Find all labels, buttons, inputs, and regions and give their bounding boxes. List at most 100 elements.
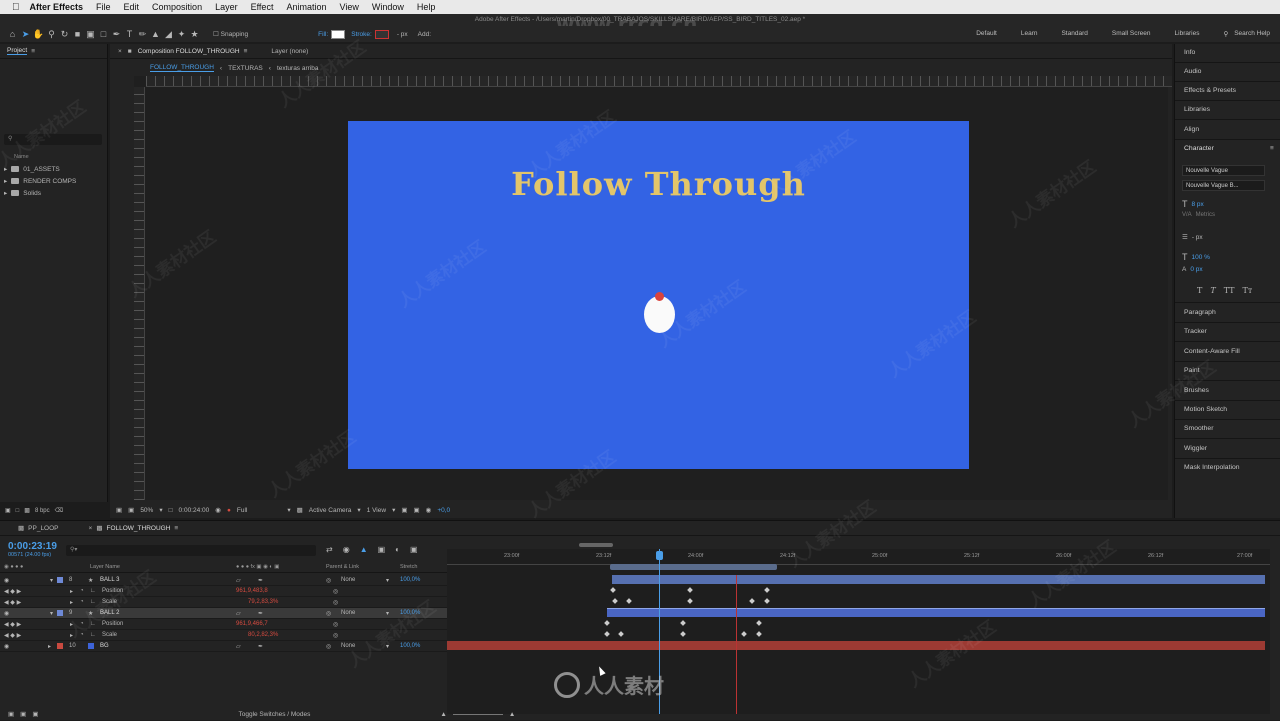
snapping-checkbox[interactable]: ☐ Snapping — [213, 30, 248, 38]
view-layout-dropdown[interactable]: 1 View — [367, 507, 386, 514]
parent-dropdown[interactable]: None — [341, 610, 355, 616]
layer-name[interactable]: BALL 2 — [100, 610, 119, 616]
project-item-assets[interactable]: ▸ 01_ASSETS — [4, 165, 60, 174]
draft-3d-icon[interactable]: ◉ — [343, 545, 350, 554]
comp-canvas[interactable]: Follow Through — [348, 121, 969, 469]
menu-view[interactable]: View — [339, 2, 358, 12]
keyframe[interactable] — [626, 598, 632, 604]
apple-icon[interactable]:  — [12, 2, 20, 13]
brush-tool-icon[interactable]: ✏ — [136, 29, 149, 40]
home-icon[interactable]: ⌂ — [6, 29, 19, 39]
keyframe[interactable] — [756, 620, 762, 626]
region-icon[interactable]: ▣ — [116, 506, 122, 514]
eraser-tool-icon[interactable]: ◢ — [162, 29, 175, 40]
panel-brushes[interactable]: Brushes — [1184, 387, 1209, 394]
menu-composition[interactable]: Composition — [152, 2, 202, 12]
chevron-down-icon[interactable]: ▾ — [386, 610, 389, 617]
stroke-width[interactable]: - px — [397, 31, 408, 38]
label-color-swatch[interactable] — [57, 610, 63, 616]
keyframe[interactable] — [680, 620, 686, 626]
expression-icon[interactable]: ◎ — [333, 632, 338, 639]
col-layer-name[interactable]: Layer Name — [90, 564, 120, 570]
menu-effect[interactable]: Effect — [251, 2, 274, 12]
camera-tool-icon[interactable]: ■ — [71, 29, 84, 39]
pan-behind-tool-icon[interactable]: ▣ — [84, 29, 97, 40]
fast-preview-icon[interactable]: ▣ — [414, 506, 420, 514]
menu-animation[interactable]: Animation — [286, 2, 326, 12]
stopwatch-icon[interactable]: ◔ — [80, 588, 84, 594]
panel-menu-icon[interactable]: ≡ — [1270, 145, 1274, 152]
stopwatch-icon[interactable]: ◔ — [80, 632, 84, 638]
toggle-pixel-icon[interactable]: ▣ — [401, 506, 407, 514]
tab-pp-loop[interactable]: PP_LOOP — [28, 525, 58, 532]
visibility-eye-icon[interactable]: ◉ — [4, 577, 9, 584]
playhead-handle[interactable] — [656, 551, 663, 560]
selection-tool-icon[interactable]: ➤ — [19, 29, 32, 40]
zoom-in-icon[interactable]: ▲ — [509, 711, 515, 718]
current-time-display[interactable]: 0:00:24:00 — [179, 507, 210, 514]
layer-row[interactable]: ◉ ▸ 10 BG ▱ ✒ ◎ None ▾ 100,0% — [0, 641, 447, 652]
keyframe[interactable] — [756, 631, 762, 637]
camera-dropdown[interactable]: Active Camera — [309, 507, 352, 514]
pickwhip-icon[interactable]: ◎ — [326, 577, 331, 584]
shy-switch-icon[interactable]: ▱ — [236, 610, 241, 617]
timeline-current-time[interactable]: 0:00:23:19 — [8, 541, 57, 552]
rectangle-tool-icon[interactable]: □ — [97, 29, 110, 39]
panel-menu-icon[interactable]: ≡ — [244, 48, 248, 55]
breadcrumb-texturas[interactable]: TEXTURAS — [228, 65, 263, 72]
chevron-down-icon[interactable]: ▾ — [50, 577, 53, 584]
font-style-dropdown[interactable]: Nouvelle Vague B... — [1182, 180, 1265, 191]
panel-info[interactable]: Info — [1184, 49, 1195, 56]
zoom-out-icon[interactable]: ▲ — [440, 711, 446, 718]
col-parent-link[interactable]: Parent & Link — [326, 564, 359, 570]
stretch-value[interactable]: 100,0% — [400, 577, 420, 583]
visibility-eye-icon[interactable]: ◉ — [4, 643, 9, 650]
keyframe[interactable] — [680, 631, 686, 637]
panel-menu-icon[interactable]: ≡ — [174, 525, 178, 532]
layer-row[interactable]: ◉ ▾ 9 ★ BALL 2 ▱ ✒ ◎ None ▾ 100,0% — [0, 608, 447, 619]
menu-edit[interactable]: Edit — [124, 2, 140, 12]
menu-file[interactable]: File — [96, 2, 111, 12]
keyframe[interactable] — [610, 587, 616, 593]
lock-icon[interactable]: ■ — [128, 48, 132, 55]
label-color-swatch[interactable] — [57, 577, 63, 583]
col-stretch[interactable]: Stretch — [400, 564, 417, 570]
faux-italic-button[interactable]: T — [1210, 286, 1215, 295]
timeline-navigator[interactable] — [579, 543, 613, 547]
layer-bar-ball-3[interactable] — [612, 575, 1265, 584]
zoom-tool-icon[interactable]: ⚲ — [45, 29, 58, 40]
new-comp-icon[interactable]: ▩ — [24, 507, 30, 514]
chevron-right-icon[interactable]: ▸ — [70, 588, 73, 595]
chevron-down-icon[interactable]: ▾ — [357, 506, 360, 514]
graph-icon[interactable]: ∟ — [90, 632, 96, 638]
label-color-swatch[interactable] — [57, 643, 63, 649]
kerning-value[interactable]: Metrics — [1196, 212, 1215, 218]
panel-content-aware-fill[interactable]: Content-Aware Fill — [1184, 348, 1240, 355]
layer-row[interactable]: ◉ ▾ 8 ★ BALL 3 ▱ ✒ ◎ None ▾ 100,0% — [0, 575, 447, 586]
motion-blur-icon[interactable]: ◐ — [395, 545, 400, 554]
bpc-label[interactable]: 8 bpc — [35, 508, 50, 514]
panel-character[interactable]: Character — [1184, 145, 1214, 152]
add-label[interactable]: Add: — [418, 31, 431, 38]
chevron-down-icon[interactable]: ▾ — [50, 610, 53, 617]
pen-switch-icon[interactable]: ✒ — [258, 610, 263, 617]
workspace-standard[interactable]: Standard — [1061, 30, 1087, 38]
chevron-right-icon[interactable]: ▸ — [70, 621, 73, 628]
roto-brush-tool-icon[interactable]: ✦ — [175, 29, 188, 40]
panel-tracker[interactable]: Tracker — [1184, 328, 1207, 335]
timeline-search-input[interactable]: ⚲▾ — [66, 545, 316, 556]
property-value[interactable]: 79,2,83,3% — [248, 599, 278, 605]
type-tool-icon[interactable]: T — [123, 29, 136, 39]
comp-mini-flowchart-icon[interactable]: ⇄ — [326, 545, 333, 554]
panel-paint[interactable]: Paint — [1184, 367, 1200, 374]
toggle-switches-modes-button[interactable]: Toggle Switches / Modes — [238, 711, 310, 718]
chevron-down-icon[interactable]: ▾ — [392, 506, 395, 514]
leading-value[interactable]: - px — [1192, 234, 1203, 241]
keyframe-nav-icon[interactable]: ◀ ◆ ▶ — [4, 599, 21, 606]
work-area-bar[interactable] — [610, 564, 777, 570]
parent-dropdown[interactable]: None — [341, 643, 355, 649]
app-name[interactable]: After Effects — [30, 2, 84, 12]
keyframe[interactable] — [764, 598, 770, 604]
shy-layers-icon[interactable]: ▲ — [360, 545, 368, 554]
chevron-down-icon[interactable]: ▾ — [159, 506, 162, 514]
